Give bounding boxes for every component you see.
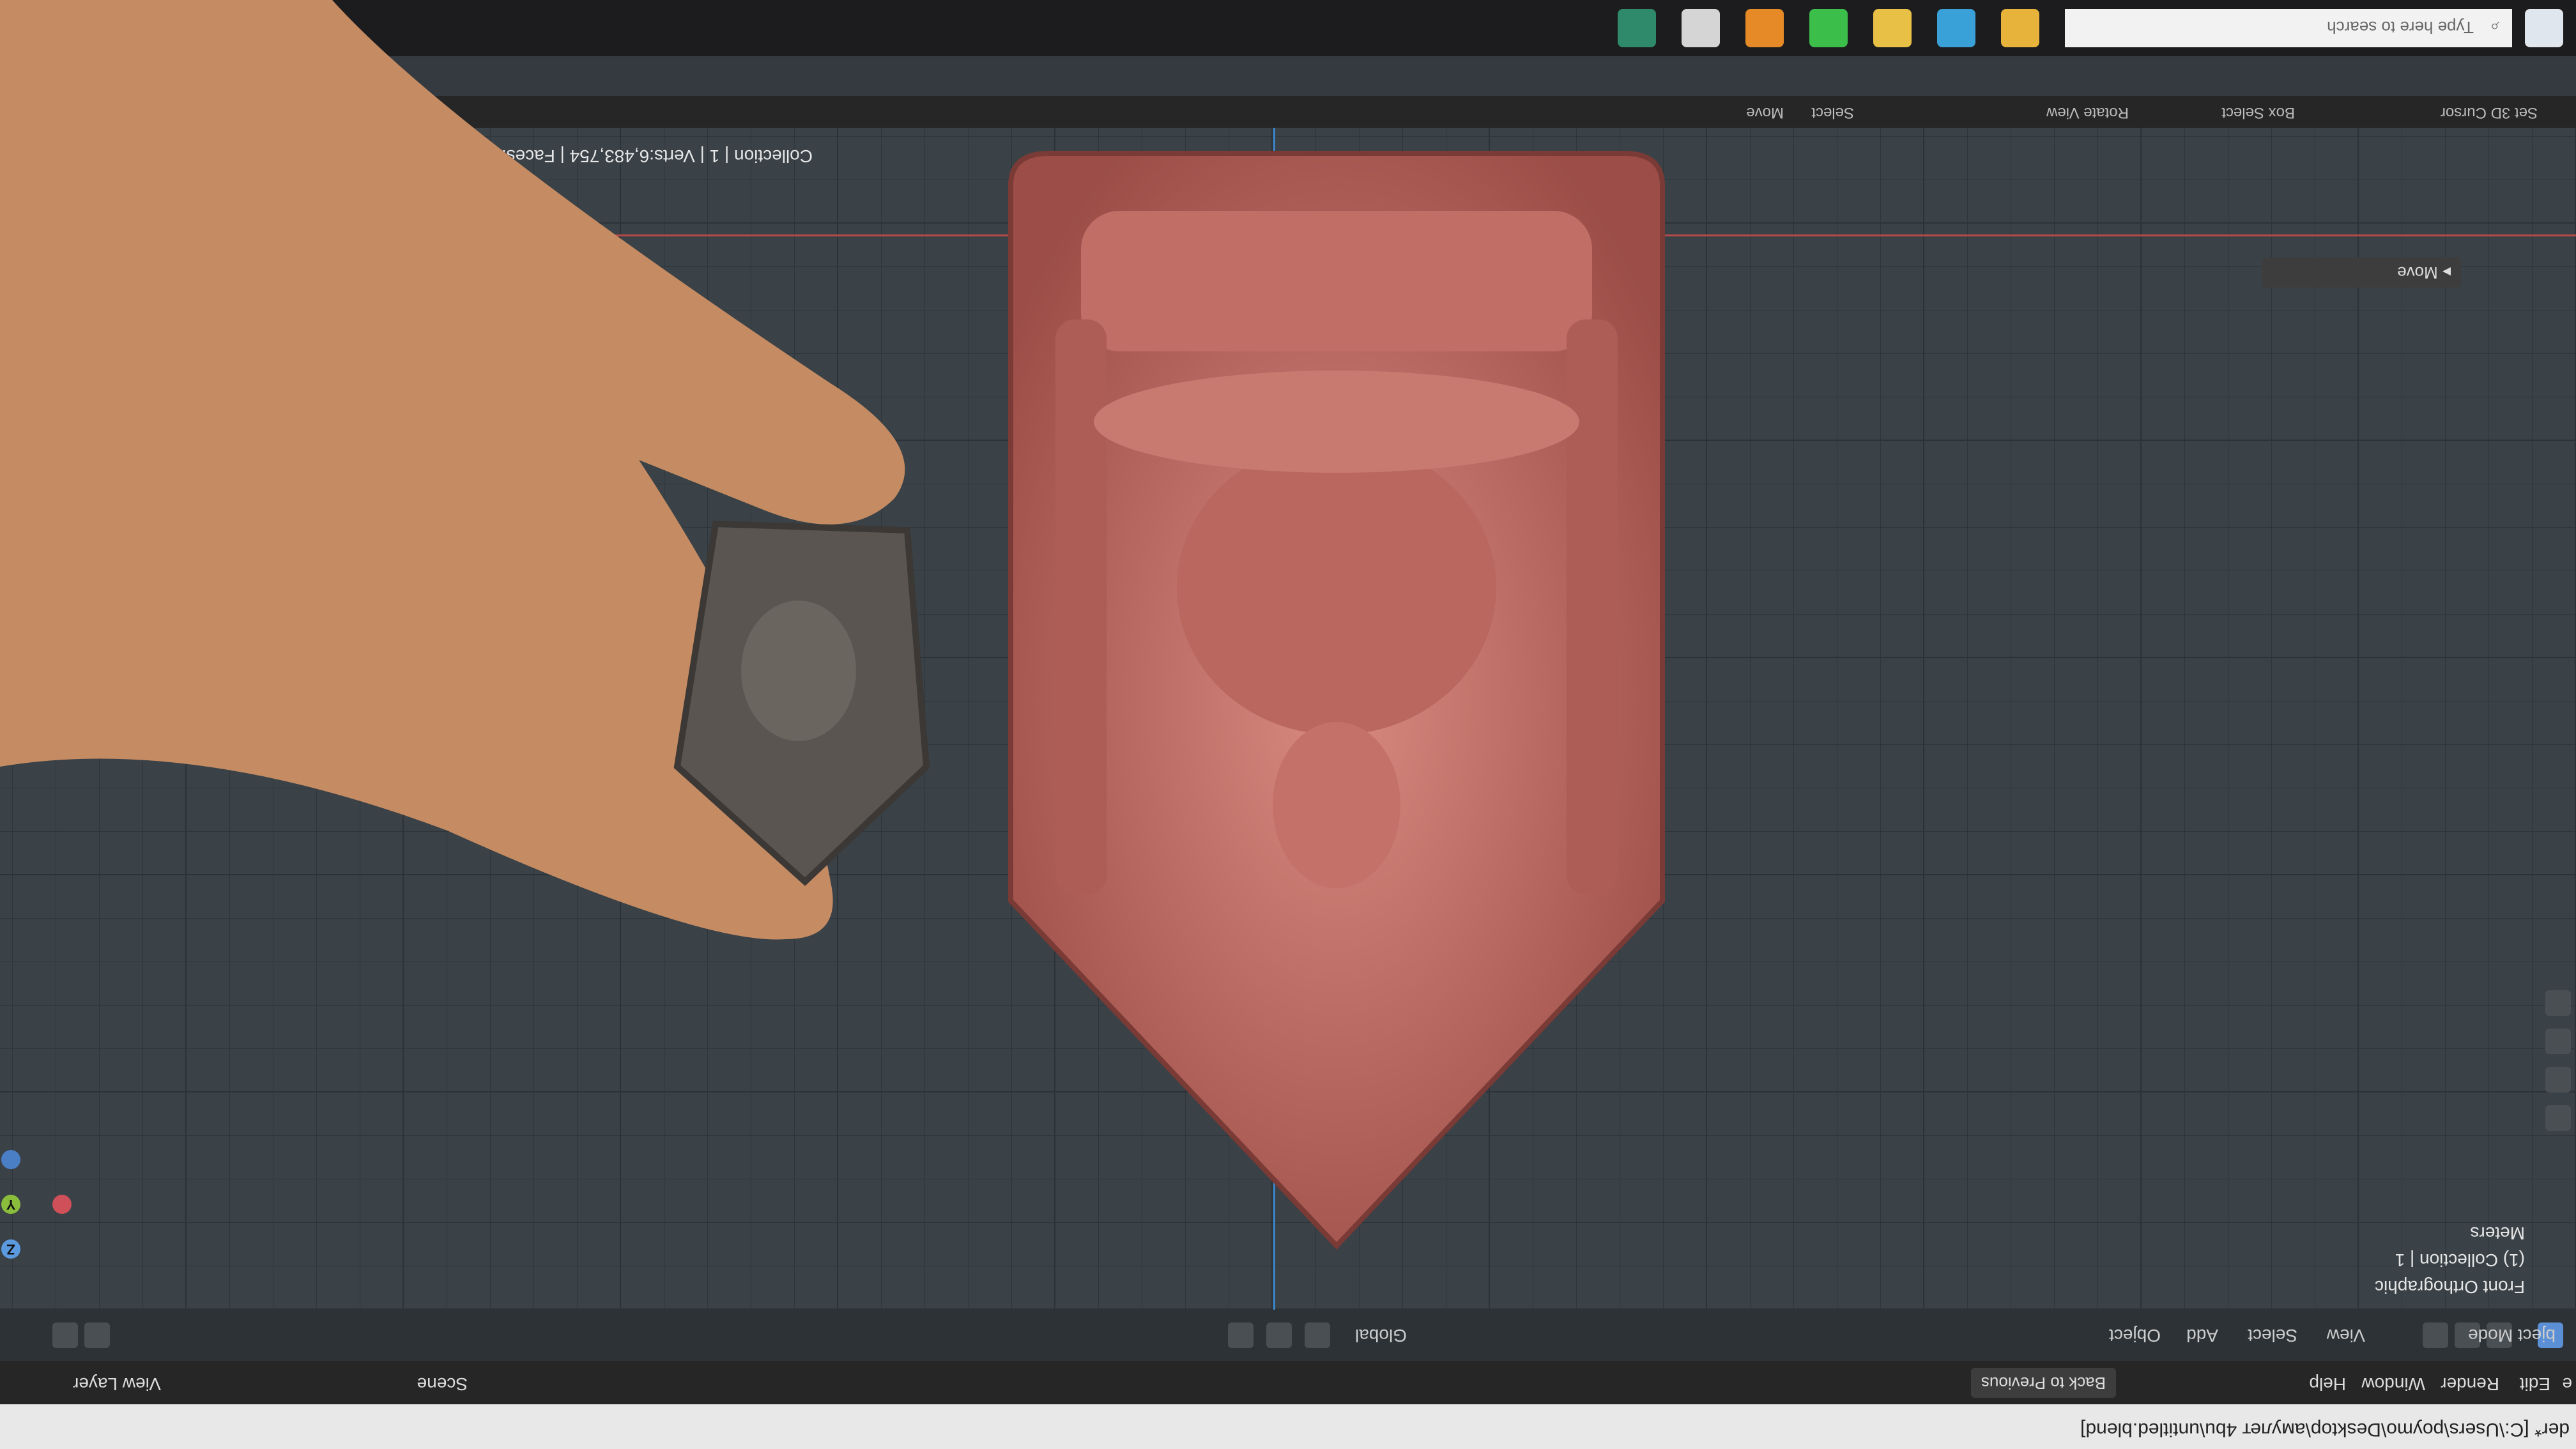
status-set-3d-cursor: Set 3D Cursor (2440, 104, 2538, 121)
viewport-header: bject Mode View Select Add Object Global (0, 1310, 2576, 1361)
calculator-icon[interactable] (1682, 9, 1720, 47)
menu-render[interactable]: Render (2441, 1374, 2499, 1394)
header-menu-add[interactable]: Add (2186, 1325, 2218, 1346)
pivot-icon[interactable] (1305, 1322, 1330, 1348)
mail-icon[interactable] (1937, 9, 1975, 47)
taskbar-search-box[interactable]: ⌕ Type here to search (2065, 9, 2512, 47)
object-mode-dropdown[interactable]: bject Mode (2468, 1325, 2556, 1346)
header-menu-object[interactable]: Object (2109, 1325, 2161, 1346)
menu-edit[interactable]: Edit (2520, 1374, 2550, 1394)
select-subtract-icon[interactable] (2423, 1322, 2448, 1348)
cursor-tool-icon[interactable] (2545, 1105, 2571, 1131)
line-app-icon[interactable] (1809, 9, 1848, 47)
proportional-edit-icon[interactable] (1228, 1322, 1254, 1348)
status-rotate-view: Rotate View (2046, 104, 2129, 121)
view-layer-selector[interactable]: View Layer (73, 1374, 161, 1394)
move-tool-icon[interactable] (2545, 1067, 2571, 1092)
header-menu-view[interactable]: View (2327, 1325, 2365, 1346)
units-label: Meters (2470, 1223, 2525, 1243)
blender-icon[interactable] (1745, 9, 1784, 47)
back-to-previous-button[interactable]: Back to Previous (1970, 1368, 2116, 1398)
collection-label: (1) Collection | 1 (2395, 1250, 2525, 1270)
snap-icon[interactable] (1266, 1322, 1292, 1348)
scale-tool-icon[interactable] (2545, 990, 2571, 1016)
hand-holding-amulet-photo (0, 0, 930, 940)
status-box-select: Box Select (2221, 104, 2295, 121)
move-operator-panel[interactable]: ▸ Move (2262, 257, 2461, 288)
transform-orientation-dropdown[interactable]: Global (1355, 1325, 1407, 1346)
status-move: Move (1746, 104, 1784, 121)
top-menubar: e Edit Render Window Help Back to Previo… (0, 1361, 2576, 1404)
view-gizmo-dot[interactable] (1, 1150, 20, 1169)
menu-help[interactable]: Help (2309, 1374, 2346, 1394)
chrome-icon[interactable] (2001, 9, 2039, 47)
search-placeholder: Type here to search (2327, 18, 2474, 37)
menu-file[interactable]: e (2562, 1374, 2572, 1394)
file-explorer-icon[interactable] (1873, 9, 1912, 47)
amulet-model[interactable] (979, 96, 1694, 1310)
overlay-icon[interactable] (52, 1322, 78, 1348)
window-title: der* [C:\Users\poymo\Desktop\амулет 4bu\… (2080, 1419, 2570, 1440)
z-axis-gizmo[interactable]: Z (1, 1239, 20, 1259)
x-axis-gizmo[interactable] (52, 1195, 72, 1214)
app-icon[interactable] (1618, 9, 1656, 47)
search-icon: ⌕ (2490, 18, 2499, 37)
menu-window[interactable]: Window (2361, 1374, 2425, 1394)
status-select: Select (1811, 104, 1854, 121)
y-axis-gizmo[interactable]: Y (1, 1195, 20, 1214)
view-name-label: Front Orthographic (2375, 1277, 2525, 1297)
rotate-tool-icon[interactable] (2545, 1029, 2571, 1054)
start-icon[interactable] (2525, 9, 2563, 47)
viewport-shading-icon[interactable] (84, 1322, 110, 1348)
move-operator-label: Move (2397, 263, 2438, 282)
header-menu-select[interactable]: Select (2248, 1325, 2297, 1346)
title-bar: der* [C:\Users\poymo\Desktop\амулет 4bu\… (0, 1404, 2576, 1449)
scene-selector[interactable]: Scene (417, 1374, 468, 1394)
